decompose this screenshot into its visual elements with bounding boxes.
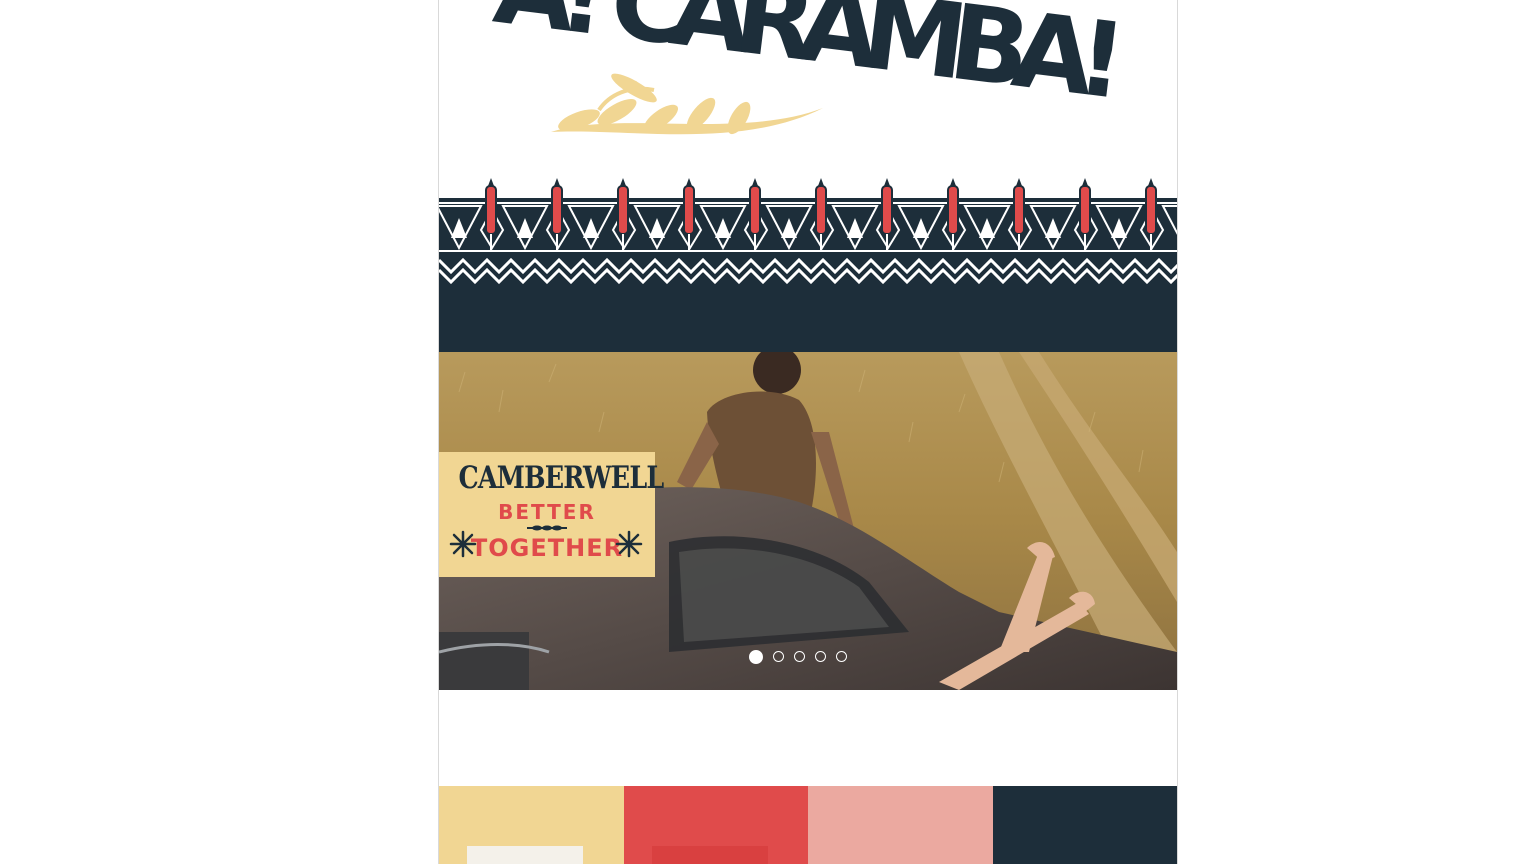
- badge-tagline-top: BETTER: [498, 500, 596, 524]
- color-swatch: [439, 786, 624, 864]
- swatch-sample: [651, 846, 768, 864]
- carousel-dot[interactable]: [773, 651, 784, 662]
- sprig-icon: [527, 525, 567, 531]
- brand-header: A! CARAMBA!: [439, 0, 1177, 175]
- carousel-dot[interactable]: [815, 651, 826, 662]
- color-swatch: [808, 786, 993, 864]
- flower-icon: [615, 530, 643, 558]
- badge-brand-text: CAMBERWELL: [458, 460, 664, 496]
- carousel-dot[interactable]: [749, 650, 763, 664]
- camberwell-badge: CAMBERWELL BETTER TOGETHER: [439, 452, 664, 577]
- color-swatch: [992, 786, 1177, 864]
- decorative-border: [439, 178, 1177, 290]
- color-palette: [439, 786, 1177, 864]
- carousel-dot[interactable]: [794, 651, 805, 662]
- flower-icon: [449, 530, 477, 558]
- page-panel: A! CARAMBA!: [438, 0, 1178, 864]
- carousel-dot[interactable]: [836, 651, 847, 662]
- navy-band: [439, 288, 1177, 352]
- carousel-pagination: [749, 650, 847, 667]
- swatch-sample: [467, 846, 583, 864]
- color-swatch: [623, 786, 808, 864]
- brand-title: A! CARAMBA!: [488, 0, 1138, 124]
